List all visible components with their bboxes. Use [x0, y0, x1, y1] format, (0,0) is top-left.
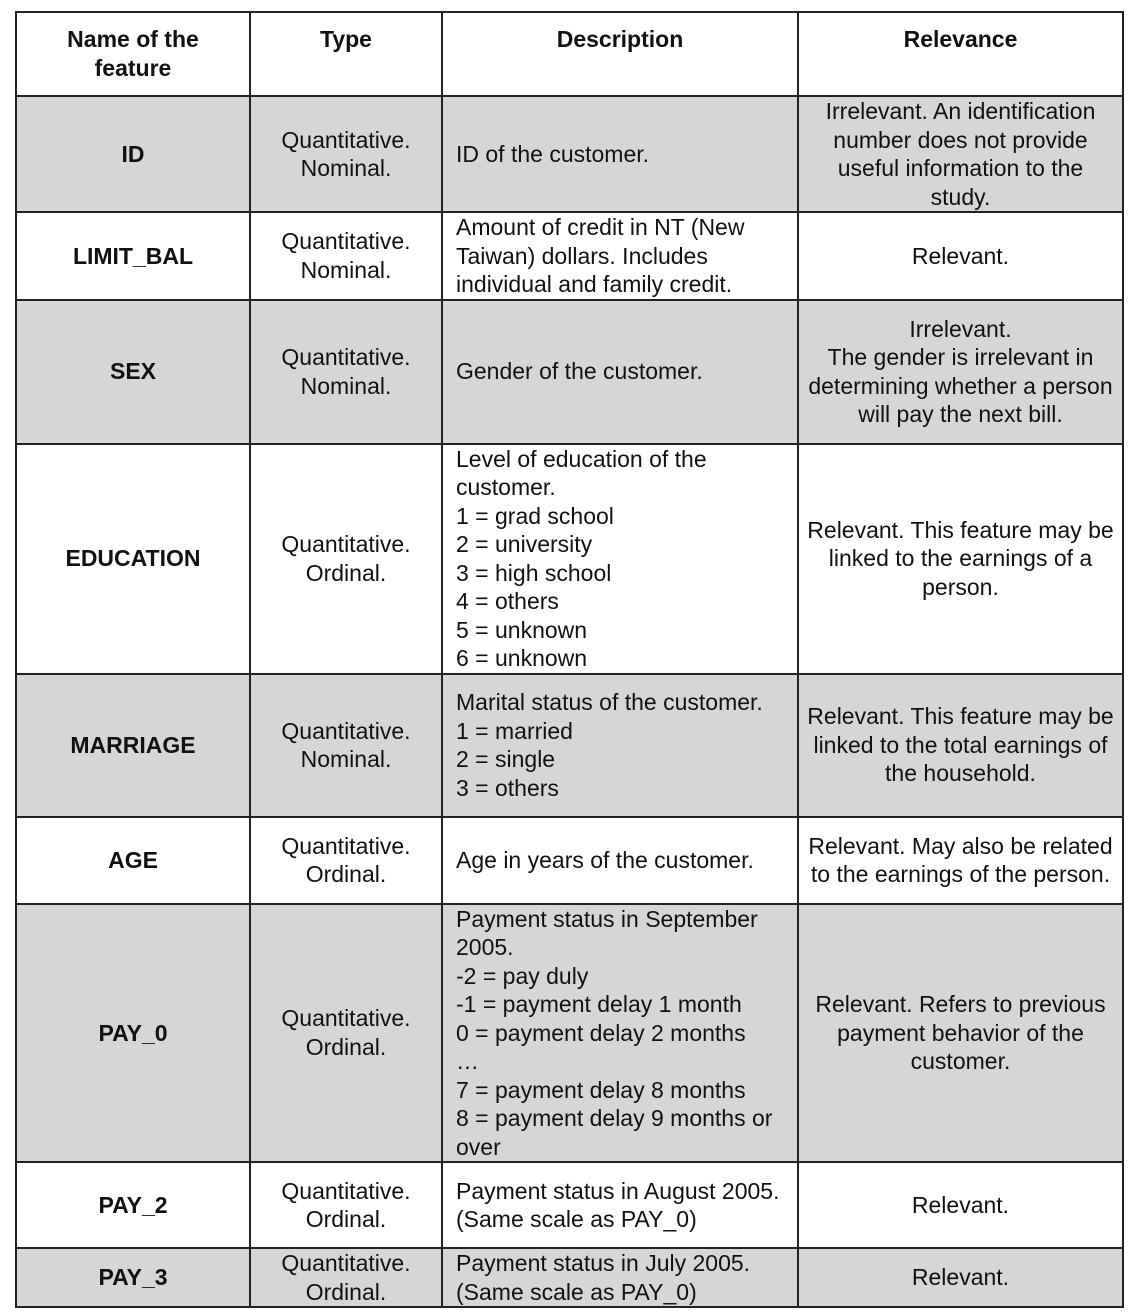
cell-description: Amount of credit in NT (New Taiwan) doll…	[441, 211, 799, 301]
cell-type: Quantitative. Ordinal.	[249, 1247, 443, 1308]
cell-type: Quantitative. Ordinal.	[249, 1161, 443, 1249]
cell-relevance: Irrelevant. An identification number doe…	[797, 95, 1124, 213]
cell-description: Age in years of the customer.	[441, 815, 799, 905]
table-row: PAY_3 Quantitative. Ordinal. Payment statu…	[15, 1247, 1124, 1308]
cell-relevance: Relevant. This feature may be linked to …	[797, 672, 1124, 818]
cell-relevance: Relevant.	[797, 211, 1124, 301]
cell-description: Payment status in August 2005. (Same sca…	[441, 1161, 799, 1249]
cell-relevance: Relevant. Refers to previous payment beh…	[797, 902, 1124, 1163]
cell-relevance: Irrelevant. The gender is irrelevant in …	[797, 298, 1124, 445]
cell-relevance: Relevant. May also be related to the ear…	[797, 815, 1124, 905]
table-row: SEX Quantitative. Nominal. Gender of the c…	[15, 298, 1124, 445]
cell-relevance: Relevant.	[797, 1161, 1124, 1249]
cell-type: Quantitative. Ordinal.	[249, 902, 443, 1163]
table-row: AGE Quantitative. Ordinal. Age in years of…	[15, 815, 1124, 905]
header-description: Description	[441, 11, 799, 97]
feature-table: Name of the feature Type Description Rel…	[15, 11, 1124, 1308]
cell-description: Level of education of the customer. 1 = …	[441, 442, 799, 675]
cell-name: PAY_3	[15, 1247, 251, 1308]
cell-description: Gender of the customer.	[441, 298, 799, 445]
cell-type: Quantitative. Ordinal.	[249, 815, 443, 905]
cell-description: Marital status of the customer. 1 = marr…	[441, 672, 799, 818]
cell-description: ID of the customer.	[441, 95, 799, 213]
cell-description: Payment status in July 2005. (Same scale…	[441, 1247, 799, 1308]
cell-name: AGE	[15, 815, 251, 905]
cell-name: ID	[15, 95, 251, 213]
cell-type: Quantitative. Ordinal.	[249, 442, 443, 675]
cell-relevance: Relevant.	[797, 1247, 1124, 1308]
cell-name: SEX	[15, 298, 251, 445]
cell-name: PAY_0	[15, 902, 251, 1163]
cell-type: Quantitative. Nominal.	[249, 672, 443, 818]
header-row: Name of the feature Type Description Rel…	[15, 11, 1124, 97]
cell-type: Quantitative. Nominal.	[249, 95, 443, 213]
header-type: Type	[249, 11, 443, 97]
table-row: PAY_2 Quantitative. Ordinal. Payment statu…	[15, 1161, 1124, 1249]
table-row: MARRIAGE Quantitative. Nominal. Marital st…	[15, 672, 1124, 818]
table-row: PAY_0 Quantitative. Ordinal. Payment statu…	[15, 902, 1124, 1163]
cell-name: MARRIAGE	[15, 672, 251, 818]
cell-description: Payment status in September 2005. -2 = p…	[441, 902, 799, 1163]
table-row: EDUCATION Quantitative. Ordinal. Level of …	[15, 442, 1124, 675]
table-row: LIMIT_BAL Quantitative. Nominal. Amount of…	[15, 211, 1124, 301]
header-relevance: Relevance	[797, 11, 1124, 97]
header-name: Name of the feature	[15, 11, 251, 97]
cell-type: Quantitative. Nominal.	[249, 298, 443, 445]
cell-relevance: Relevant. This feature may be linked to …	[797, 442, 1124, 675]
cell-name: PAY_2	[15, 1161, 251, 1249]
cell-name: EDUCATION	[15, 442, 251, 675]
cell-type: Quantitative. Nominal.	[249, 211, 443, 301]
cell-name: LIMIT_BAL	[15, 211, 251, 301]
table-row: ID Quantitative. Nominal. ID of the custom…	[15, 95, 1124, 213]
